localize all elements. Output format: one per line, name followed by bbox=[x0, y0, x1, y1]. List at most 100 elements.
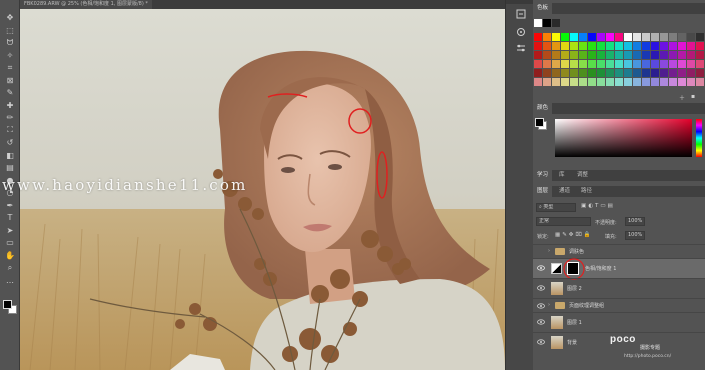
swatch-color[interactable] bbox=[669, 42, 677, 50]
swatch-color[interactable] bbox=[678, 33, 686, 41]
swatch-color[interactable] bbox=[561, 51, 569, 59]
swatch-color[interactable] bbox=[696, 51, 704, 59]
swatch-color[interactable] bbox=[597, 33, 605, 41]
swatch-color[interactable] bbox=[588, 51, 596, 59]
swatch-color[interactable] bbox=[624, 42, 632, 50]
swatch-color[interactable] bbox=[534, 69, 542, 77]
swatch-color[interactable] bbox=[642, 33, 650, 41]
layer-filter-kind[interactable]: ⌕ 类型 bbox=[536, 203, 576, 212]
dock-collapse-bar[interactable] bbox=[506, 0, 534, 4]
swatch-color[interactable] bbox=[624, 69, 632, 77]
swatch-color[interactable] bbox=[588, 69, 596, 77]
stamp-icon[interactable]: ⛶ bbox=[4, 125, 16, 136]
swatch-color[interactable] bbox=[588, 33, 596, 41]
swatch-color[interactable] bbox=[561, 60, 569, 68]
hand-icon[interactable]: ✋ bbox=[4, 250, 16, 261]
shape-icon[interactable]: ▭ bbox=[4, 237, 16, 248]
path-select-icon[interactable]: ➤ bbox=[4, 225, 16, 236]
history-icon[interactable] bbox=[515, 8, 526, 19]
swatch-color[interactable] bbox=[660, 33, 668, 41]
swatch-color[interactable] bbox=[597, 69, 605, 77]
swatch-color[interactable] bbox=[579, 33, 587, 41]
pen-icon[interactable]: ✒ bbox=[4, 200, 16, 211]
healing-icon[interactable]: ✚ bbox=[4, 100, 16, 111]
swatch-color[interactable] bbox=[570, 69, 578, 77]
swatch-color[interactable] bbox=[606, 51, 614, 59]
swatch-grid[interactable] bbox=[534, 33, 704, 86]
swatch-color[interactable] bbox=[615, 60, 623, 68]
lock-icons[interactable]: ▦✎✥⌧🔒 bbox=[555, 232, 593, 238]
layer-row-selected[interactable]: 色相/饱和度 1 bbox=[533, 258, 705, 280]
swatch-color[interactable] bbox=[570, 60, 578, 68]
swatch-color[interactable] bbox=[624, 60, 632, 68]
layer-row[interactable]: › 页面纹理调整组 bbox=[533, 298, 705, 312]
swatch-color[interactable] bbox=[633, 42, 641, 50]
eye-icon[interactable] bbox=[537, 285, 545, 291]
recent-swatch-white[interactable] bbox=[534, 19, 542, 27]
swatch-color[interactable] bbox=[552, 33, 560, 41]
swatch-color[interactable] bbox=[543, 78, 551, 86]
swatch-color[interactable] bbox=[660, 78, 668, 86]
swatch-color[interactable] bbox=[588, 60, 596, 68]
fill-input[interactable]: 100% bbox=[625, 231, 645, 240]
properties-icon[interactable] bbox=[515, 26, 526, 37]
gradient-icon[interactable]: ▤ bbox=[4, 162, 16, 173]
tab-paths[interactable]: 路径 bbox=[577, 186, 596, 197]
swatch-color[interactable] bbox=[561, 33, 569, 41]
tab-adjustments[interactable]: 调整 bbox=[573, 170, 592, 181]
swatch-color[interactable] bbox=[597, 60, 605, 68]
swatch-color[interactable] bbox=[543, 60, 551, 68]
swatch-color[interactable] bbox=[552, 51, 560, 59]
swatch-color[interactable] bbox=[552, 60, 560, 68]
swatch-color[interactable] bbox=[660, 69, 668, 77]
swatch-color[interactable] bbox=[561, 78, 569, 86]
swatch-color[interactable] bbox=[696, 60, 704, 68]
swatch-color[interactable] bbox=[642, 60, 650, 68]
swatch-color[interactable] bbox=[561, 42, 569, 50]
swatch-color[interactable] bbox=[651, 51, 659, 59]
swatch-color[interactable] bbox=[624, 78, 632, 86]
swatch-color[interactable] bbox=[579, 42, 587, 50]
swatch-color[interactable] bbox=[561, 69, 569, 77]
swatch-color[interactable] bbox=[696, 33, 704, 41]
swatch-color[interactable] bbox=[588, 78, 596, 86]
swatch-color[interactable] bbox=[615, 78, 623, 86]
crop-icon[interactable]: ⌗ bbox=[4, 62, 16, 73]
swatch-color[interactable] bbox=[579, 60, 587, 68]
swatch-color[interactable] bbox=[687, 51, 695, 59]
swatch-color[interactable] bbox=[678, 69, 686, 77]
recent-swatch-gray[interactable] bbox=[552, 19, 560, 27]
eye-icon[interactable] bbox=[537, 303, 545, 309]
layer-filter-icons[interactable]: ▣◐T▭▤ bbox=[581, 203, 615, 209]
more-tools-icon[interactable]: … bbox=[4, 275, 16, 286]
recent-swatch-black[interactable] bbox=[543, 19, 551, 27]
swatch-color[interactable] bbox=[534, 60, 542, 68]
swatch-color[interactable] bbox=[642, 78, 650, 86]
swatch-color[interactable] bbox=[669, 60, 677, 68]
swatch-color[interactable] bbox=[678, 42, 686, 50]
swatch-color[interactable] bbox=[552, 42, 560, 50]
swatch-color[interactable] bbox=[669, 78, 677, 86]
swatch-color[interactable] bbox=[642, 51, 650, 59]
swatch-color[interactable] bbox=[678, 51, 686, 59]
swatch-color[interactable] bbox=[660, 51, 668, 59]
swatch-color[interactable] bbox=[615, 51, 623, 59]
swatch-color[interactable] bbox=[624, 51, 632, 59]
swatch-color[interactable] bbox=[552, 78, 560, 86]
frame-icon[interactable]: ⊠ bbox=[4, 75, 16, 86]
swatch-color[interactable] bbox=[642, 69, 650, 77]
swatch-color[interactable] bbox=[669, 33, 677, 41]
swatch-color[interactable] bbox=[606, 42, 614, 50]
swatch-color[interactable] bbox=[534, 78, 542, 86]
swatch-color[interactable] bbox=[579, 69, 587, 77]
swatch-color[interactable] bbox=[615, 69, 623, 77]
swatch-color[interactable] bbox=[579, 51, 587, 59]
swatch-color[interactable] bbox=[651, 42, 659, 50]
eye-icon[interactable] bbox=[537, 265, 545, 271]
swatch-color[interactable] bbox=[624, 33, 632, 41]
brush-icon[interactable]: ✏ bbox=[4, 112, 16, 123]
swatch-color[interactable] bbox=[669, 69, 677, 77]
marquee-icon[interactable]: ⬚ bbox=[4, 25, 16, 36]
swatch-color[interactable] bbox=[615, 42, 623, 50]
swatch-color[interactable] bbox=[633, 78, 641, 86]
